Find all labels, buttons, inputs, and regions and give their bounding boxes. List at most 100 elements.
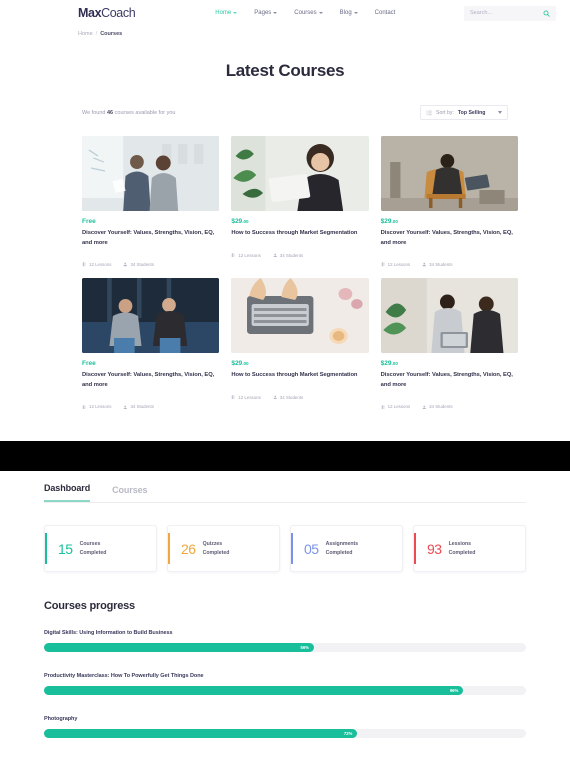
- stat-number: 93: [427, 540, 442, 557]
- progress-track: 72%: [44, 729, 526, 738]
- course-meta: 12 Lessons 34 Students: [82, 256, 219, 267]
- course-title[interactable]: How to Success through Market Segmentati…: [231, 229, 368, 239]
- stat-accent-bar: [291, 533, 293, 564]
- course-students: 34 Students: [123, 404, 154, 410]
- courses-toolbar: We found 46 courses available for you So…: [82, 105, 508, 120]
- progress-course-name: Productivity Masterclass: How To Powerfu…: [44, 673, 204, 679]
- stat-label: Lessions Completed: [449, 540, 476, 557]
- progress-track: 96%: [44, 686, 526, 695]
- stats-row: 15 Courses Completed 26 Quizzes Complete…: [44, 525, 526, 572]
- chevron-down-icon[interactable]: [498, 111, 502, 114]
- course-price: Free: [82, 218, 219, 225]
- tab-courses[interactable]: Courses: [112, 485, 147, 502]
- nav-item-courses[interactable]: Courses: [294, 10, 323, 16]
- course-price-main: Free: [82, 218, 96, 225]
- nav-item-label: Home: [215, 10, 232, 16]
- stat-card-courses: 15 Courses Completed: [44, 525, 157, 572]
- nav-item-pages[interactable]: Pages: [254, 10, 278, 16]
- stat-label-line2: Completed: [448, 549, 476, 556]
- course-students: 34 Students: [273, 253, 303, 258]
- progress-percent: 96%: [449, 688, 459, 693]
- course-card[interactable]: $29.00 How to Success through Market Seg…: [231, 136, 369, 268]
- found-count: 46: [106, 109, 114, 116]
- course-card[interactable]: Free Discover Yourself: Values, Strength…: [82, 136, 220, 268]
- search-input[interactable]: [470, 10, 543, 16]
- stat-label-line1: Assignments: [325, 541, 359, 548]
- nav-item-label: Blog: [339, 10, 352, 16]
- user-icon: [422, 405, 427, 410]
- breadcrumb: Home / Courses: [0, 26, 570, 37]
- course-thumbnail[interactable]: [82, 136, 220, 211]
- sort-selected-value: Top Selling: [457, 109, 486, 116]
- course-price: $29.00: [231, 360, 368, 367]
- nav-item-contact[interactable]: Contact: [375, 10, 396, 16]
- breadcrumb-home[interactable]: Home: [78, 31, 93, 37]
- book-icon: [231, 395, 236, 400]
- progress-item: Productivity Masterclass: How To Powerfu…: [44, 673, 526, 695]
- site-header: MaxCoach Home Pages Courses Blog Contact: [0, 0, 570, 26]
- course-lessons: 12 Lessons: [82, 404, 111, 409]
- courses-progress-title: Courses progress: [44, 600, 135, 612]
- progress-item: Digital Skills: Using Information to Bui…: [44, 630, 526, 652]
- course-thumbnail[interactable]: [231, 136, 369, 211]
- course-card[interactable]: $29.00 How to Success through Market Seg…: [231, 278, 369, 410]
- course-meta: 12 Lessons 34 Students: [82, 398, 219, 409]
- course-thumbnail[interactable]: [380, 136, 518, 211]
- nav-item-blog[interactable]: Blog: [340, 10, 358, 16]
- course-lessons-label: 12 Lessons: [89, 262, 112, 268]
- stat-label-line2: Completed: [202, 549, 230, 556]
- results-count-text: We found 46 courses available for you: [82, 110, 175, 116]
- nav-item-home[interactable]: Home: [215, 10, 238, 16]
- user-icon: [273, 395, 278, 400]
- course-meta: 12 Lessons 34 Students: [231, 247, 368, 258]
- course-lessons-label: 12 Lessons: [89, 404, 112, 410]
- course-title[interactable]: Discover Yourself: Values, Strengths, Vi…: [82, 371, 219, 390]
- site-logo[interactable]: MaxCoach: [78, 6, 136, 20]
- course-students-label: 34 Students: [130, 404, 154, 410]
- section-divider-band: [0, 441, 570, 471]
- course-thumbnail[interactable]: [82, 278, 220, 354]
- stat-number: 15: [58, 540, 73, 557]
- sort-dropdown[interactable]: Sort by: Top Selling: [420, 105, 508, 120]
- course-lessons: 12 Lessons: [381, 404, 410, 409]
- course-card[interactable]: Free Discover Yourself: Values, Strength…: [82, 278, 220, 410]
- logo-bold-part: Max: [78, 6, 102, 20]
- chevron-down-icon: [233, 12, 238, 14]
- progress-percent: 72%: [343, 731, 353, 736]
- nav-item-label: Contact: [374, 10, 396, 16]
- sort-label: Sort by:: [436, 109, 454, 116]
- progress-item: Photography 72%: [44, 716, 526, 738]
- user-icon: [123, 262, 128, 267]
- course-title[interactable]: Discover Yourself: Values, Strengths, Vi…: [381, 229, 518, 248]
- course-students: 34 Students: [123, 262, 154, 267]
- found-prefix: We found: [82, 109, 106, 116]
- progress-fill: 96%: [44, 686, 464, 695]
- user-icon: [273, 253, 278, 258]
- course-lessons: 12 Lessons: [231, 253, 261, 258]
- course-students: 34 Students: [422, 262, 453, 267]
- course-price-cents: .00: [391, 361, 398, 367]
- course-price-main: $29: [380, 360, 392, 368]
- stat-accent-bar: [45, 533, 47, 564]
- course-card[interactable]: $29.00 Discover Yourself: Values, Streng…: [380, 278, 518, 410]
- course-thumbnail[interactable]: [231, 278, 369, 354]
- course-meta: 12 Lessons 34 Students: [381, 398, 518, 409]
- course-price: Free: [82, 360, 219, 367]
- stat-label: Quizzes Completed: [203, 540, 230, 557]
- course-meta: 12 Lessons 34 Students: [231, 389, 368, 400]
- chevron-down-icon: [273, 12, 278, 14]
- nav-item-label: Courses: [294, 10, 317, 16]
- course-title[interactable]: Discover Yourself: Values, Strengths, Vi…: [82, 229, 219, 248]
- stat-label-line1: Quizzes: [202, 541, 223, 548]
- course-title[interactable]: How to Success through Market Segmentati…: [231, 371, 368, 381]
- course-title[interactable]: Discover Yourself: Values, Strengths, Vi…: [381, 371, 518, 390]
- course-thumbnail[interactable]: [380, 278, 518, 354]
- course-price: $29.00: [381, 360, 518, 367]
- progress-track: 56%: [44, 643, 526, 652]
- tab-dashboard[interactable]: Dashboard: [44, 483, 90, 502]
- stat-label: Assignments Completed: [326, 540, 359, 557]
- course-card[interactable]: $29.00 Discover Yourself: Values, Streng…: [380, 136, 518, 268]
- search-box[interactable]: [464, 5, 556, 21]
- list-icon: [426, 110, 432, 116]
- search-icon[interactable]: [543, 10, 550, 17]
